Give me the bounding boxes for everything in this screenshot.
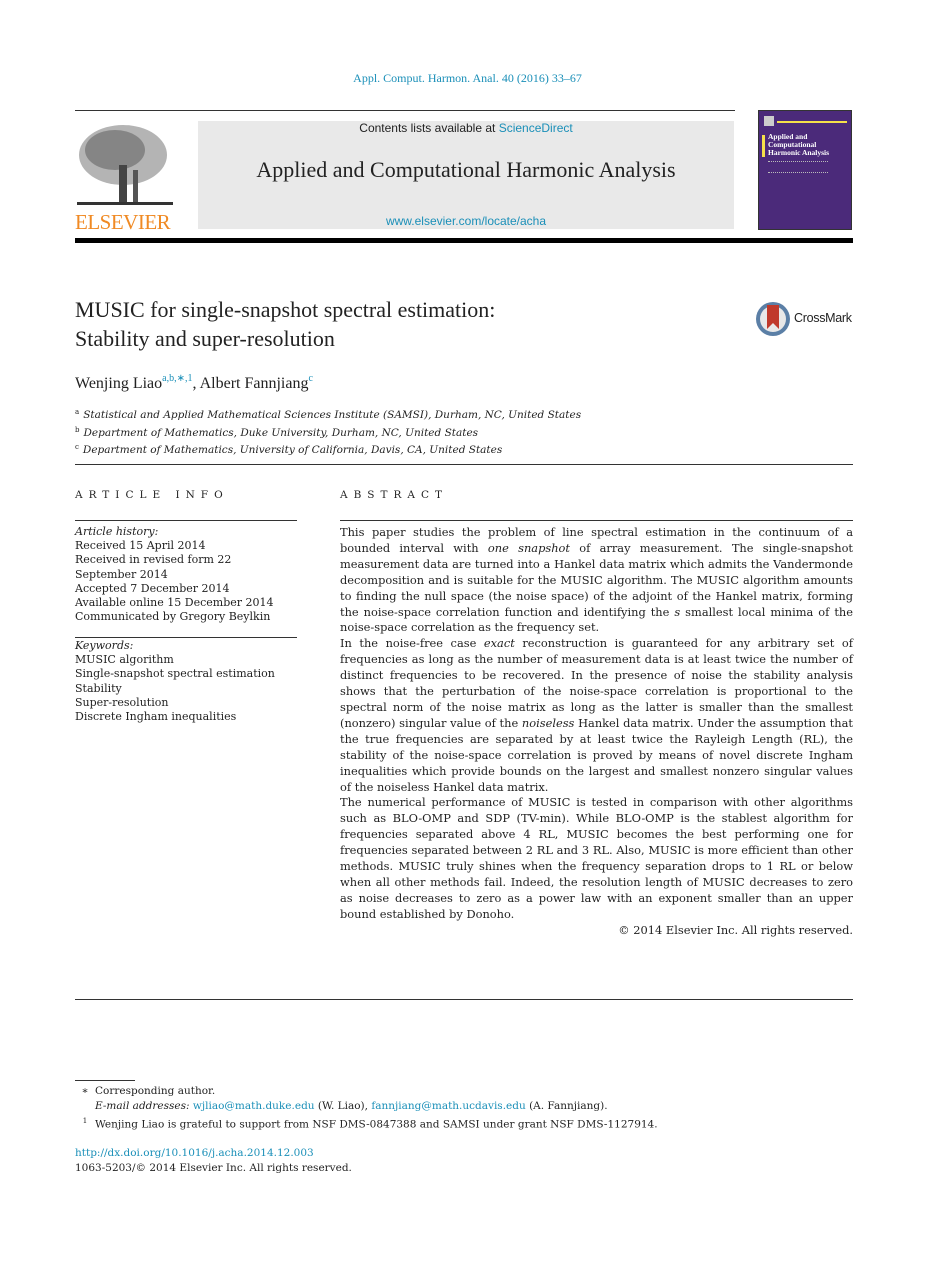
cover-stripe — [777, 121, 847, 123]
affiliation-item: c Department of Mathematics, University o… — [75, 440, 581, 458]
elsevier-wordmark: ELSEVIER — [75, 210, 171, 234]
history-item: Available online 15 December 2014 — [75, 596, 274, 610]
author-name: Wenjing Liao — [75, 375, 163, 392]
keyword-item: Super-resolution — [75, 695, 169, 709]
article-history: Article history: Received 15 April 2014 … — [75, 525, 305, 624]
text: In the noise-free case — [340, 636, 484, 651]
affiliation-text: Statistical and Applied Mathematical Sci… — [83, 409, 582, 421]
journal-reference-link[interactable]: Appl. Comput. Harmon. Anal. 40 (2016) 33… — [0, 71, 935, 86]
cover-title: Applied and Computational Harmonic Analy… — [768, 133, 829, 157]
sciencedirect-link[interactable]: ScienceDirect — [499, 121, 573, 135]
journal-title: Applied and Computational Harmonic Analy… — [256, 157, 676, 182]
header-thick-rule — [75, 238, 853, 243]
history-item: Received 15 April 2014 — [75, 539, 206, 553]
doi-block: http://dx.doi.org/10.1016/j.acha.2014.12… — [75, 1146, 352, 1176]
affiliation-mark: a — [75, 408, 80, 416]
header-rule — [75, 110, 735, 111]
email-label: E-mail addresses: — [95, 1099, 190, 1112]
author-separator: , — [192, 375, 200, 392]
affiliations: a Statistical and Applied Mathematical Sc… — [75, 405, 581, 458]
history-item: Accepted 7 December 2014 — [75, 581, 230, 595]
abstract-paragraph-1: This paper studies the problem of line s… — [340, 525, 853, 636]
cover-tab — [762, 135, 765, 157]
article-info-heading: ARTICLE INFO — [75, 489, 229, 501]
email-link-fannjiang[interactable]: fannjiang@math.ucdavis.edu — [371, 1100, 525, 1112]
email-owner: (W. Liao), — [314, 1099, 372, 1112]
crossmark-label: CrossMark — [794, 311, 852, 325]
contents-line: Contents lists available at ScienceDirec… — [198, 121, 734, 135]
keyword-item: Discrete Ingham inequalities — [75, 710, 237, 724]
footnote-rule — [75, 1080, 135, 1081]
footnote-support: 1 Wenjing Liao is grateful to support fro… — [75, 1114, 855, 1132]
author-list: Wenjing Liaoa,b,∗,1, Albert Fannjiangc — [75, 373, 313, 393]
title-line-2: Stability and super-resolution — [75, 326, 335, 351]
footnotes: ∗ Corresponding author. E-mail addresses:… — [75, 1084, 855, 1132]
footnote-text: Wenjing Liao is grateful to support from… — [95, 1118, 658, 1131]
email-link-liao[interactable]: wjliao@math.duke.edu — [193, 1100, 315, 1112]
section-rule — [75, 464, 853, 465]
issn-copyright: 1063-5203/© 2014 Elsevier Inc. All right… — [75, 1162, 352, 1174]
abstract-copyright: © 2014 Elsevier Inc. All rights reserved… — [618, 922, 853, 937]
section-end-rule — [75, 999, 853, 1000]
footnote-mark: ∗ — [81, 1085, 89, 1097]
abstract-paragraph-3: The numerical performance of MUSIC is te… — [340, 795, 853, 921]
author-name: Albert Fannjiang — [199, 375, 309, 392]
keyword-item: MUSIC algorithm — [75, 653, 174, 667]
footnote-text: Corresponding author. — [95, 1085, 216, 1097]
author-marks[interactable]: a,b,∗,1 — [162, 373, 192, 384]
info-rule — [75, 520, 297, 521]
history-item: September 2014 — [75, 567, 168, 581]
journal-cover-image: Applied and Computational Harmonic Analy… — [758, 110, 852, 230]
cover-logo-icon — [764, 116, 774, 126]
abstract-rule — [340, 520, 853, 521]
cover-subtitle — [768, 161, 828, 173]
affiliation-text: Department of Mathematics, University of… — [82, 444, 503, 456]
emphasis: noiseless — [521, 715, 575, 730]
history-item: Communicated by Gregory Beylkin — [75, 610, 271, 624]
history-label: Article history: — [75, 525, 159, 538]
abstract-body: This paper studies the problem of line s… — [340, 525, 853, 939]
contents-prefix: Contents lists available at — [359, 121, 499, 135]
author-marks[interactable]: c — [308, 373, 312, 384]
affiliation-text: Department of Mathematics, Duke Universi… — [83, 426, 479, 439]
crossmark-icon — [756, 302, 790, 336]
emphasis: one snapshot — [487, 540, 570, 555]
crossmark-button[interactable]: CrossMark — [756, 302, 856, 338]
article-title: MUSIC for single-snapshot spectral estim… — [75, 295, 695, 353]
cover-title-line: Harmonic Analysis — [768, 148, 830, 157]
title-line-1: MUSIC for single-snapshot spectral estim… — [75, 297, 496, 322]
info-rule — [75, 637, 297, 638]
footnote-mark: 1 — [82, 1116, 88, 1125]
affiliation-mark: c — [75, 443, 79, 451]
keywords: Keywords: MUSIC algorithm Single-snapsho… — [75, 639, 305, 724]
abstract-heading: ABSTRACT — [340, 489, 449, 501]
footnote-corresponding: ∗ Corresponding author. — [75, 1084, 855, 1099]
affiliation-item: b Department of Mathematics, Duke Univers… — [75, 423, 581, 441]
affiliation-mark: b — [75, 425, 80, 434]
email-owner: (A. Fannjiang). — [525, 1099, 608, 1112]
keyword-item: Single-snapshot spectral estimation — [75, 667, 275, 681]
affiliation-item: a Statistical and Applied Mathematical Sc… — [75, 405, 581, 423]
history-item: Received in revised form 22 — [75, 553, 232, 567]
abstract-paragraph-2: In the noise-free case exact reconstruct… — [340, 636, 853, 795]
keyword-item: Stability — [75, 681, 122, 695]
footnote-emails: E-mail addresses: wjliao@math.duke.edu (… — [75, 1099, 855, 1114]
emphasis: exact — [483, 636, 515, 651]
keywords-label: Keywords: — [75, 639, 134, 652]
doi-link[interactable]: http://dx.doi.org/10.1016/j.acha.2014.12… — [75, 1147, 314, 1159]
journal-url-link[interactable]: www.elsevier.com/locate/acha — [198, 214, 734, 228]
